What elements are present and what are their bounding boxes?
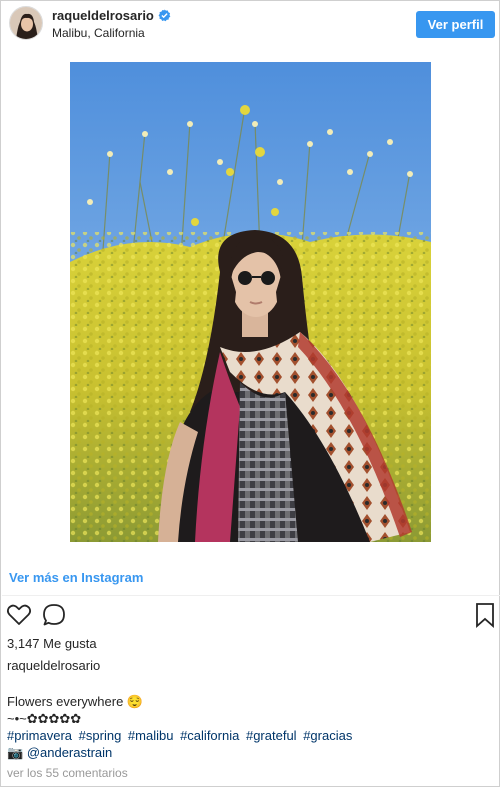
comment-icon[interactable] [41,602,67,628]
caption-line: Flowers everywhere 😌 [7,694,144,709]
verified-badge-icon [158,9,171,22]
view-profile-button[interactable]: Ver perfil [416,11,495,38]
hashtag-link[interactable]: #spring [79,728,122,743]
hashtags: #primavera #spring #malibu #california #… [7,727,487,744]
bookmark-icon[interactable] [472,602,498,628]
post-header: raqueldelrosario Malibu, California Ver … [7,6,495,42]
view-comments-link[interactable]: ver los 55 comentarios [7,766,128,780]
username[interactable]: raqueldelrosario [52,8,154,23]
username-row: raqueldelrosario [52,8,171,23]
avatar[interactable] [9,6,43,40]
post-author[interactable]: raqueldelrosario [7,658,100,673]
post-caption: Flowers everywhere 😌 ~•~✿✿✿✿✿ #primavera… [7,693,487,761]
location-label[interactable]: Malibu, California [52,26,145,40]
view-more-on-instagram-link[interactable]: Ver más en Instagram [9,570,143,585]
hashtag-link[interactable]: #gracias [303,728,352,743]
post-photo[interactable] [70,62,431,542]
camera-icon: 📷 [7,745,24,760]
instagram-embed: raqueldelrosario Malibu, California Ver … [0,0,500,787]
hashtag-link[interactable]: #grateful [246,728,297,743]
divider [2,595,500,596]
heart-icon[interactable] [6,602,32,628]
likes-count[interactable]: 3,147 Me gusta [7,636,97,651]
action-bar [6,602,494,628]
hashtag-link[interactable]: #primavera [7,728,72,743]
hashtag-link[interactable]: #malibu [128,728,174,743]
photo-credit: 📷 @anderastrain [7,744,487,761]
mention-link[interactable]: @anderastrain [27,745,112,760]
caption-line: ~•~✿✿✿✿✿ [7,711,82,726]
hashtag-link[interactable]: #california [180,728,239,743]
